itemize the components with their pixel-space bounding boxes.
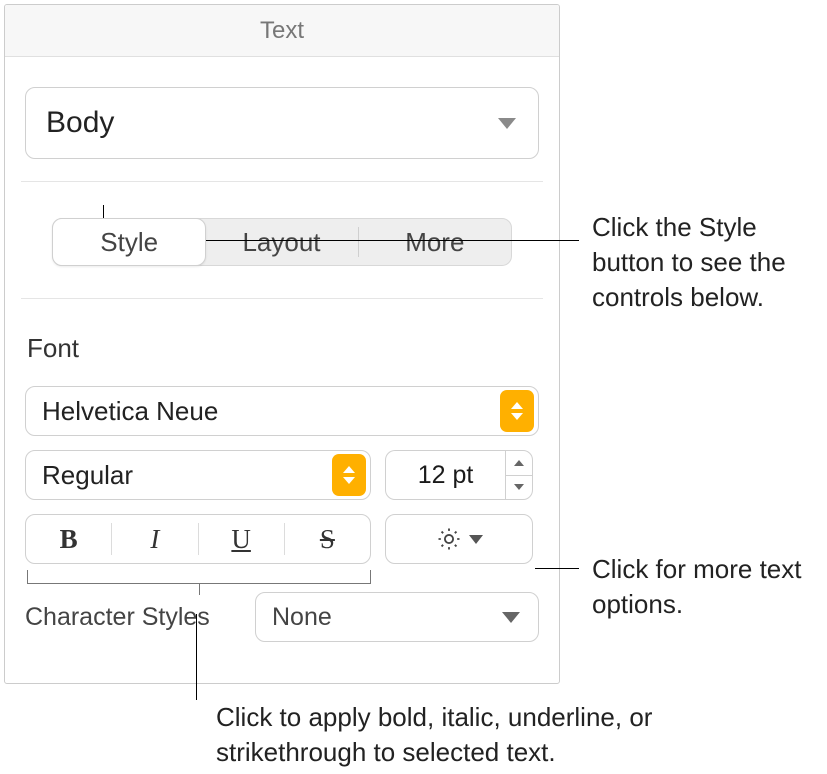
font-size-step-up[interactable] bbox=[506, 451, 532, 476]
font-size-value[interactable]: 12 pt bbox=[385, 450, 505, 500]
inspector-tabs: Style Layout More bbox=[52, 218, 512, 266]
chevron-down-icon bbox=[498, 118, 516, 129]
paragraph-style-select[interactable]: Body bbox=[25, 87, 539, 159]
updown-icon bbox=[332, 454, 366, 496]
italic-button[interactable]: I bbox=[112, 515, 197, 563]
divider bbox=[21, 181, 543, 182]
chevron-down-icon bbox=[502, 612, 520, 623]
font-section-label: Font bbox=[27, 333, 539, 364]
font-weight-value: Regular bbox=[26, 460, 332, 491]
callout-leader bbox=[196, 614, 197, 700]
callout-bius: Click to apply bold, italic, underline, … bbox=[216, 700, 696, 770]
underline-button[interactable]: U bbox=[199, 515, 284, 563]
bracket-decoration bbox=[27, 570, 371, 584]
callout-gear: Click for more text options. bbox=[592, 552, 812, 622]
tab-layout[interactable]: Layout bbox=[205, 219, 357, 265]
tab-style[interactable]: Style bbox=[52, 218, 206, 266]
bold-button[interactable]: B bbox=[26, 515, 111, 563]
gear-icon bbox=[435, 525, 463, 553]
font-family-value: Helvetica Neue bbox=[26, 396, 500, 427]
updown-icon bbox=[500, 390, 534, 432]
font-weight-select[interactable]: Regular bbox=[25, 450, 371, 500]
divider bbox=[21, 298, 543, 299]
font-family-select[interactable]: Helvetica Neue bbox=[25, 386, 539, 436]
text-inspector-panel: Text Body Style Layout More Font Helveti… bbox=[4, 4, 560, 684]
chevron-down-icon bbox=[469, 535, 483, 544]
text-style-group: B I U S bbox=[25, 514, 371, 564]
character-style-value: None bbox=[272, 603, 332, 632]
font-size-stepper-buttons bbox=[505, 450, 533, 500]
tab-more[interactable]: More bbox=[359, 219, 511, 265]
character-styles-label: Character Styles bbox=[25, 603, 235, 632]
callout-leader bbox=[535, 568, 579, 569]
character-style-select[interactable]: None bbox=[255, 592, 539, 642]
font-size-stepper[interactable]: 12 pt bbox=[385, 450, 533, 500]
callout-style-tab: Click the Style button to see the contro… bbox=[592, 210, 817, 315]
paragraph-style-value: Body bbox=[46, 106, 114, 140]
font-size-step-down[interactable] bbox=[506, 476, 532, 500]
more-text-options-button[interactable] bbox=[385, 514, 533, 564]
strikethrough-button[interactable]: S bbox=[285, 515, 370, 563]
panel-title: Text bbox=[5, 5, 559, 57]
